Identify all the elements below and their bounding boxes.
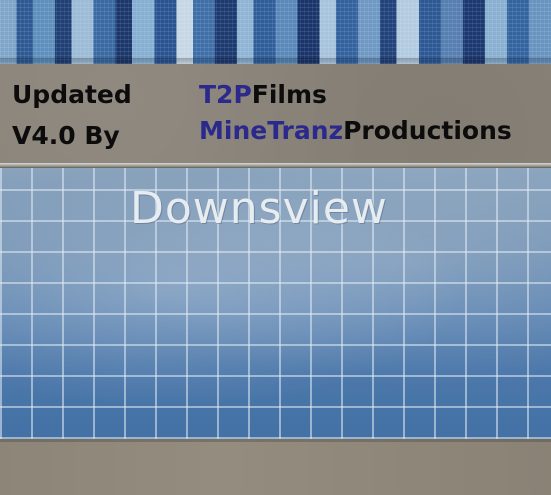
- floor-band: [0, 439, 551, 495]
- credit-productions-suffix: Productions: [343, 116, 512, 145]
- credit-t2p-prefix: T2P: [199, 80, 252, 109]
- mosaic-stripe-band: [0, 0, 551, 64]
- station-name-sign: Downsview: [130, 183, 388, 234]
- credit-t2pfilms: T2PFilms: [199, 80, 327, 110]
- credit-minetranz-prefix: MineTranz: [199, 116, 344, 145]
- credit-minetranz-productions: MineTranzProductions: [199, 116, 512, 146]
- credit-films-suffix: Films: [251, 80, 327, 109]
- credit-updated-text: Updated: [12, 80, 132, 109]
- credit-version-text: V4.0 By: [12, 121, 120, 150]
